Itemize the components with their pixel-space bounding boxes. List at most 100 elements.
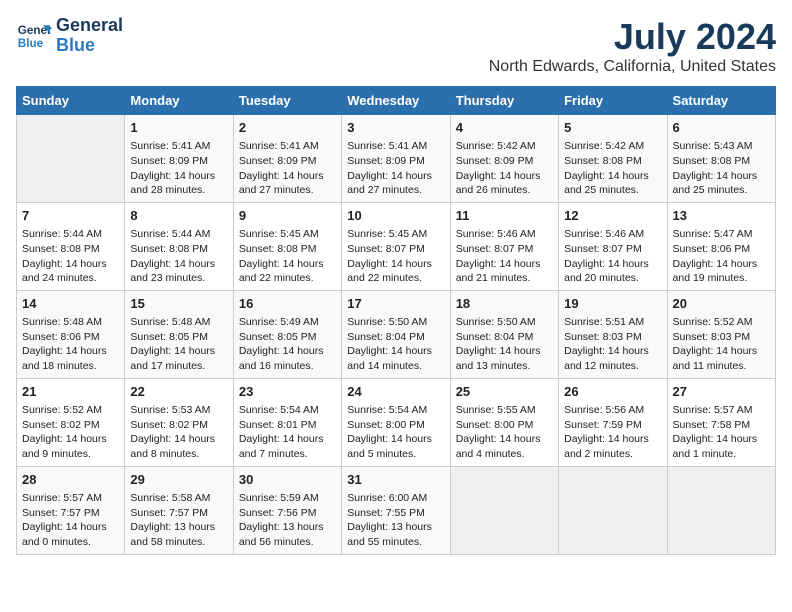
week-row-5: 28Sunrise: 5:57 AM Sunset: 7:57 PM Dayli…: [17, 466, 776, 554]
day-number: 31: [347, 471, 444, 489]
day-info: Sunrise: 5:47 AM Sunset: 8:06 PM Dayligh…: [673, 227, 770, 286]
calendar-cell: 7 Sunrise: 5:44 AM Sunset: 8:08 PM Daylig…: [17, 202, 125, 290]
weekday-header-sunday: Sunday: [17, 87, 125, 115]
day-info: Sunrise: 5:55 AM Sunset: 8:00 PM Dayligh…: [456, 403, 553, 462]
logo-text-line1: General: [56, 16, 123, 36]
day-number: 8: [130, 207, 227, 225]
day-number: 18: [456, 295, 553, 313]
day-info: Sunrise: 5:48 AM Sunset: 8:06 PM Dayligh…: [22, 315, 119, 374]
calendar-table: SundayMondayTuesdayWednesdayThursdayFrid…: [16, 86, 776, 555]
calendar-cell: 13Sunrise: 5:47 AM Sunset: 8:06 PM Dayli…: [667, 202, 775, 290]
calendar-cell: 26 Sunrise: 5:56 AM Sunset: 7:59 PM Dayli…: [559, 378, 667, 466]
day-number: 11: [456, 207, 553, 225]
calendar-cell: [17, 115, 125, 203]
calendar-cell: 5 Sunrise: 5:42 AM Sunset: 8:08 PM Daylig…: [559, 115, 667, 203]
day-info: Sunrise: 5:42 AM Sunset: 8:08 PM Dayligh…: [564, 139, 661, 198]
day-info: Sunrise: 5:44 AM Sunset: 8:08 PM Dayligh…: [130, 227, 227, 286]
calendar-cell: 27Sunrise: 5:57 AM Sunset: 7:58 PM Dayli…: [667, 378, 775, 466]
day-number: 26: [564, 383, 661, 401]
logo-icon: General Blue: [16, 18, 52, 54]
calendar-cell: 6 Sunrise: 5:43 AM Sunset: 8:08 PM Daylig…: [667, 115, 775, 203]
day-number: 19: [564, 295, 661, 313]
calendar-cell: 3 Sunrise: 5:41 AM Sunset: 8:09 PM Daylig…: [342, 115, 450, 203]
day-info: Sunrise: 5:52 AM Sunset: 8:02 PM Dayligh…: [22, 403, 119, 462]
calendar-cell: 29Sunrise: 5:58 AM Sunset: 7:57 PM Dayli…: [125, 466, 233, 554]
calendar-cell: 4Sunrise: 5:42 AM Sunset: 8:09 PM Daylig…: [450, 115, 558, 203]
calendar-cell: 18 Sunrise: 5:50 AM Sunset: 8:04 PM Dayli…: [450, 290, 558, 378]
day-info: Sunrise: 5:45 AM Sunset: 8:08 PM Dayligh…: [239, 227, 336, 286]
day-info: Sunrise: 5:58 AM Sunset: 7:57 PM Dayligh…: [130, 491, 227, 550]
day-info: Sunrise: 5:56 AM Sunset: 7:59 PM Dayligh…: [564, 403, 661, 462]
calendar-cell: 23Sunrise: 5:54 AM Sunset: 8:01 PM Dayli…: [233, 378, 341, 466]
calendar-cell: 16 Sunrise: 5:49 AM Sunset: 8:05 PM Dayli…: [233, 290, 341, 378]
day-number: 12: [564, 207, 661, 225]
day-number: 22: [130, 383, 227, 401]
day-info: Sunrise: 5:52 AM Sunset: 8:03 PM Dayligh…: [673, 315, 770, 374]
day-number: 25: [456, 383, 553, 401]
day-number: 15: [130, 295, 227, 313]
day-info: Sunrise: 5:45 AM Sunset: 8:07 PM Dayligh…: [347, 227, 444, 286]
day-info: Sunrise: 5:51 AM Sunset: 8:03 PM Dayligh…: [564, 315, 661, 374]
day-info: Sunrise: 5:49 AM Sunset: 8:05 PM Dayligh…: [239, 315, 336, 374]
calendar-cell: 8 Sunrise: 5:44 AM Sunset: 8:08 PM Daylig…: [125, 202, 233, 290]
calendar-cell: 24Sunrise: 5:54 AM Sunset: 8:00 PM Dayli…: [342, 378, 450, 466]
day-info: Sunrise: 5:54 AM Sunset: 8:00 PM Dayligh…: [347, 403, 444, 462]
day-number: 4: [456, 119, 553, 137]
calendar-cell: 2 Sunrise: 5:41 AM Sunset: 8:09 PM Daylig…: [233, 115, 341, 203]
day-info: Sunrise: 5:41 AM Sunset: 8:09 PM Dayligh…: [239, 139, 336, 198]
day-number: 5: [564, 119, 661, 137]
week-row-2: 7 Sunrise: 5:44 AM Sunset: 8:08 PM Daylig…: [17, 202, 776, 290]
calendar-cell: 21 Sunrise: 5:52 AM Sunset: 8:02 PM Dayli…: [17, 378, 125, 466]
calendar-cell: 12 Sunrise: 5:46 AM Sunset: 8:07 PM Dayli…: [559, 202, 667, 290]
day-number: 10: [347, 207, 444, 225]
day-info: Sunrise: 5:41 AM Sunset: 8:09 PM Dayligh…: [347, 139, 444, 198]
day-info: Sunrise: 5:43 AM Sunset: 8:08 PM Dayligh…: [673, 139, 770, 198]
weekday-header-row: SundayMondayTuesdayWednesdayThursdayFrid…: [17, 87, 776, 115]
calendar-cell: 30 Sunrise: 5:59 AM Sunset: 7:56 PM Dayli…: [233, 466, 341, 554]
day-number: 3: [347, 119, 444, 137]
calendar-cell: 1Sunrise: 5:41 AM Sunset: 8:09 PM Daylig…: [125, 115, 233, 203]
calendar-cell: 11 Sunrise: 5:46 AM Sunset: 8:07 PM Dayli…: [450, 202, 558, 290]
calendar-cell: 14Sunrise: 5:48 AM Sunset: 8:06 PM Dayli…: [17, 290, 125, 378]
day-number: 23: [239, 383, 336, 401]
day-info: Sunrise: 5:57 AM Sunset: 7:57 PM Dayligh…: [22, 491, 119, 550]
logo-text-line2: Blue: [56, 36, 123, 56]
day-number: 6: [673, 119, 770, 137]
week-row-1: 1Sunrise: 5:41 AM Sunset: 8:09 PM Daylig…: [17, 115, 776, 203]
logo: General Blue General Blue: [16, 16, 123, 56]
day-info: Sunrise: 5:44 AM Sunset: 8:08 PM Dayligh…: [22, 227, 119, 286]
day-number: 30: [239, 471, 336, 489]
day-number: 21: [22, 383, 119, 401]
day-number: 9: [239, 207, 336, 225]
day-info: Sunrise: 5:46 AM Sunset: 8:07 PM Dayligh…: [564, 227, 661, 286]
calendar-cell: 15Sunrise: 5:48 AM Sunset: 8:05 PM Dayli…: [125, 290, 233, 378]
day-info: Sunrise: 5:41 AM Sunset: 8:09 PM Dayligh…: [130, 139, 227, 198]
day-number: 16: [239, 295, 336, 313]
calendar-cell: 31Sunrise: 6:00 AM Sunset: 7:55 PM Dayli…: [342, 466, 450, 554]
calendar-cell: [559, 466, 667, 554]
title-block: July 2024 North Edwards, California, Uni…: [489, 16, 776, 76]
calendar-cell: 22Sunrise: 5:53 AM Sunset: 8:02 PM Dayli…: [125, 378, 233, 466]
day-info: Sunrise: 5:50 AM Sunset: 8:04 PM Dayligh…: [347, 315, 444, 374]
day-number: 20: [673, 295, 770, 313]
day-info: Sunrise: 5:59 AM Sunset: 7:56 PM Dayligh…: [239, 491, 336, 550]
calendar-cell: 10 Sunrise: 5:45 AM Sunset: 8:07 PM Dayli…: [342, 202, 450, 290]
weekday-header-wednesday: Wednesday: [342, 87, 450, 115]
day-number: 2: [239, 119, 336, 137]
calendar-cell: 17 Sunrise: 5:50 AM Sunset: 8:04 PM Dayli…: [342, 290, 450, 378]
day-number: 7: [22, 207, 119, 225]
day-info: Sunrise: 5:46 AM Sunset: 8:07 PM Dayligh…: [456, 227, 553, 286]
weekday-header-thursday: Thursday: [450, 87, 558, 115]
week-row-4: 21 Sunrise: 5:52 AM Sunset: 8:02 PM Dayli…: [17, 378, 776, 466]
month-year-title: July 2024: [489, 16, 776, 58]
calendar-cell: 19 Sunrise: 5:51 AM Sunset: 8:03 PM Dayli…: [559, 290, 667, 378]
calendar-cell: 20 Sunrise: 5:52 AM Sunset: 8:03 PM Dayli…: [667, 290, 775, 378]
calendar-cell: [450, 466, 558, 554]
day-number: 17: [347, 295, 444, 313]
calendar-cell: [667, 466, 775, 554]
weekday-header-monday: Monday: [125, 87, 233, 115]
day-info: Sunrise: 5:57 AM Sunset: 7:58 PM Dayligh…: [673, 403, 770, 462]
day-info: Sunrise: 5:50 AM Sunset: 8:04 PM Dayligh…: [456, 315, 553, 374]
calendar-cell: 28Sunrise: 5:57 AM Sunset: 7:57 PM Dayli…: [17, 466, 125, 554]
calendar-cell: 25 Sunrise: 5:55 AM Sunset: 8:00 PM Dayli…: [450, 378, 558, 466]
